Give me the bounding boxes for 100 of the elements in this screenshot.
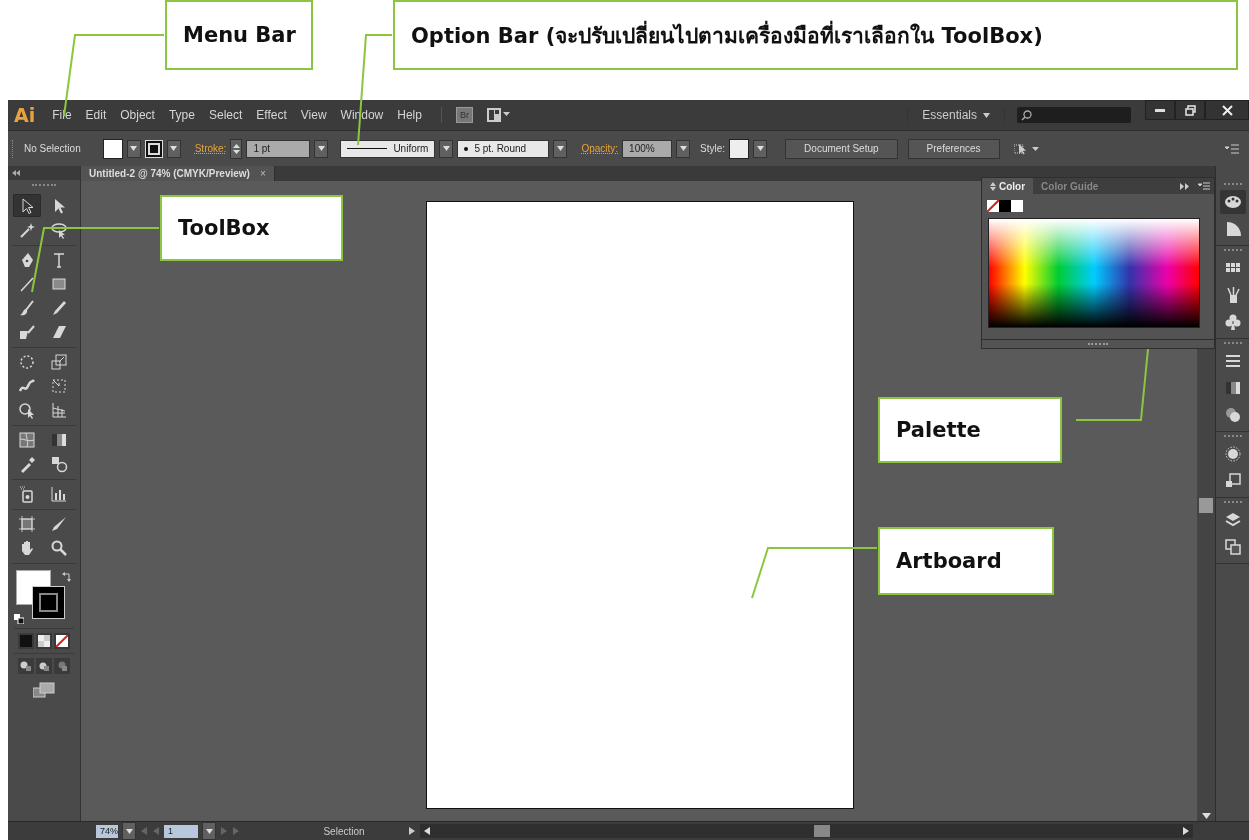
menu-item[interactable]: Select [201,108,250,122]
shape-builder-icon [18,400,36,419]
right-arrow-icon[interactable] [1183,827,1189,835]
panel-menu-icon[interactable] [1198,182,1210,190]
caret-icon [170,146,178,151]
restore-icon [1184,104,1196,116]
color-swatch[interactable] [999,200,1011,212]
menu-item[interactable]: Help [390,108,429,122]
tab-close-button[interactable]: × [259,168,266,179]
scroll-thumb[interactable] [1199,498,1213,513]
menu-item[interactable]: View [293,108,334,122]
callout-label: ToolBox [160,195,343,261]
caret-icon [756,146,764,151]
opacity-field[interactable]: 100% [622,139,673,158]
panel-menu-icon[interactable] [1225,143,1239,154]
dropdown-button[interactable] [753,139,768,158]
menu-item[interactable]: Type [161,108,202,122]
none-swatch[interactable] [987,200,999,212]
fill-swatch[interactable] [102,138,123,159]
palette-icon [1223,193,1242,211]
default-colors-icon[interactable] [14,614,24,624]
dropdown-button[interactable] [439,139,454,158]
callout-label: Menu Bar [165,0,313,70]
zoom-field[interactable]: 74% [96,824,118,838]
menu-item[interactable]: Object [113,108,162,122]
scroll-thumb[interactable] [814,825,830,837]
selection-status: No Selection [24,143,81,154]
color-spectrum[interactable] [988,218,1200,328]
pencil-icon [50,298,68,317]
circles-icon [1223,406,1242,424]
close-icon [1221,104,1233,116]
menu-item[interactable]: File [45,108,79,122]
fill-stroke-swatches[interactable] [16,570,66,620]
opacity-link[interactable]: Opacity: [581,143,619,154]
draw-mode-button[interactable] [18,658,34,674]
menu-item[interactable]: Effect [249,108,294,122]
dropdown-button[interactable] [126,139,141,158]
stroke-weight-field[interactable]: 1 pt [246,139,311,158]
none-mode-button[interactable] [54,633,70,649]
restore-button[interactable] [1175,100,1205,120]
caret-icon [317,146,325,151]
document-tab[interactable]: Untitled-2 @ 74% (CMYK/Preview) × [81,166,275,181]
style-swatch[interactable] [729,138,750,159]
zoom-icon [50,538,68,557]
gradient-mode-button[interactable] [36,633,52,649]
draw-mode-button[interactable] [36,658,52,674]
layout-icon[interactable] [486,108,511,122]
stroke-spinner[interactable] [230,138,243,159]
minimize-icon [1155,108,1165,112]
free-transform-icon [50,376,68,395]
style-label: Style: [700,143,726,154]
down-arrow-icon[interactable] [1201,813,1211,819]
stroke-link[interactable]: Stroke: [194,143,227,154]
swap-icon[interactable] [62,572,72,582]
collapse-icon[interactable] [12,170,20,176]
workspace-switcher[interactable]: Essentials [907,108,1005,122]
squares-icon [1223,472,1242,490]
search-field[interactable] [1017,107,1131,123]
document-setup-button[interactable]: Document Setup [785,138,898,159]
stroke-swatch[interactable] [144,139,163,158]
lasso-icon [50,220,68,239]
caret-icon [130,146,138,151]
dropdown-button[interactable] [122,822,136,840]
color-swatch[interactable] [1011,200,1023,212]
menu-item[interactable]: Edit [78,108,114,122]
isolate-icon[interactable] [1013,142,1040,155]
screen-mode-icon[interactable] [33,682,55,698]
bar-chart-icon [50,484,68,503]
gradient-icon [1223,379,1242,397]
callout-label: Palette [878,397,1062,463]
club-icon [1223,313,1242,331]
perspective-grid-icon [50,400,68,419]
color-mode-button[interactable] [18,633,34,649]
draw-mode-button[interactable] [54,658,70,674]
search-icon [1021,109,1032,121]
current-tool-status: Selection [322,825,366,837]
caret-icon [205,828,213,834]
panel-tab[interactable]: Color [982,178,1034,194]
sprayer-icon [18,484,36,503]
artboard-number-field[interactable]: 1 [164,824,198,838]
tool-button[interactable] [13,194,41,217]
dropdown-button[interactable] [676,139,691,158]
close-button[interactable] [1205,100,1249,120]
preferences-button[interactable]: Preferences [907,138,1000,159]
dropdown-button[interactable] [202,822,216,840]
dropdown-button[interactable] [314,139,329,158]
play-icon[interactable] [408,827,416,835]
caret-icon [125,828,133,834]
scale-icon [50,352,68,371]
minimize-button[interactable] [1145,100,1175,120]
dropdown-button[interactable] [166,139,181,158]
rotate-icon [18,352,36,371]
dotted-circle-icon [1223,445,1242,463]
dropdown-button[interactable] [553,139,568,158]
left-arrow-icon[interactable] [424,827,430,835]
sort-arrows-icon [990,181,996,191]
horizontal-scrollbar[interactable] [420,824,1193,838]
panel-button[interactable] [1219,190,1246,214]
brush-definition[interactable]: 5 pt. Round [457,139,550,158]
variable-width-profile[interactable]: Uniform [340,139,436,158]
